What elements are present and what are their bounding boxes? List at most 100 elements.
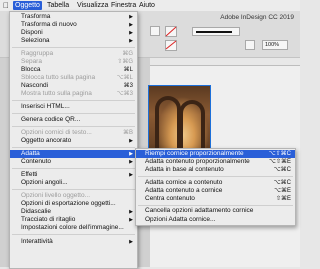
menu-item-label: Opzioni Adatta cornice...	[145, 216, 216, 223]
menu-item-label: Mostra tutto sulla pagina	[21, 90, 92, 97]
menu-item-tracciato-ritaglio[interactable]: Tracciato di ritaglio ▶	[10, 216, 137, 224]
menu-separator	[12, 168, 135, 169]
submenu-arrow-icon: ▶	[129, 22, 133, 28]
shortcut-label: ⌥⌘C	[273, 167, 291, 173]
horizontal-ruler	[150, 58, 300, 66]
shortcut-label: ⌥⌘C	[273, 180, 291, 186]
menu-item-effetti[interactable]: Effetti ▶	[10, 171, 137, 179]
menu-item-inserisci-html[interactable]: Inserisci HTML...	[10, 103, 137, 111]
menu-item-label: Contenuto	[21, 158, 51, 165]
menu-item-label: Effetti	[21, 171, 38, 178]
submenu-arrow-icon: ▶	[129, 217, 133, 223]
menu-item-genera-codice-qr[interactable]: Genera codice QR...	[10, 116, 137, 124]
menu-item-seleziona[interactable]: Seleziona ▶	[10, 37, 137, 45]
menu-item-separa: Separa ⇧⌘G	[10, 58, 137, 66]
menu-item-label: Riempi cornice proporzionalmente	[145, 150, 244, 157]
menu-visualizza[interactable]: Visualizza	[75, 1, 110, 10]
menu-separator	[12, 147, 135, 148]
menu-separator	[12, 126, 135, 127]
menu-item-mostra-tutto: Mostra tutto sulla pagina ⌥⌘3	[10, 90, 137, 98]
menu-item-label: Inserisci HTML...	[21, 103, 70, 110]
menu-item-adatta[interactable]: Adatta ▶	[10, 150, 137, 158]
submenu-item-adatta-contenuto-prop[interactable]: Adatta contenuto proporzionalmente ⌥⇧⌘E	[136, 158, 295, 166]
menu-item-opzioni-livello-oggetto: Opzioni livello oggetto...	[10, 192, 137, 200]
shortcut-label: ⌘B	[122, 130, 133, 136]
menu-item-nascondi[interactable]: Nascondi ⌘3	[10, 82, 137, 90]
submenu-item-adatta-base-contenuto[interactable]: Adatta in base al contenuto ⌥⌘C	[136, 166, 295, 174]
submenu-item-cancella-opzioni[interactable]: Cancella opzioni adattamento cornice	[136, 207, 295, 215]
submenu-arrow-icon: ▶	[129, 159, 133, 165]
menu-item-label: Separa	[21, 58, 42, 65]
menu-item-label: Trasforma	[21, 13, 51, 20]
menu-item-label: Sblocca tutto sulla pagina	[21, 74, 96, 81]
submenu-arrow-icon: ▶	[129, 239, 133, 245]
none-swatch-icon	[165, 26, 177, 50]
menu-item-opzioni-angoli[interactable]: Opzioni angoli...	[10, 179, 137, 187]
menu-item-interattivita[interactable]: Interattività ▶	[10, 238, 137, 246]
menu-separator	[138, 205, 293, 206]
menu-separator	[12, 189, 135, 190]
submenu-arrow-icon: ▶	[129, 38, 133, 44]
menu-item-label: Adatta cornice a contenuto	[145, 179, 223, 186]
menu-separator	[138, 176, 293, 177]
menu-item-opzioni-cornici-testo: Opzioni cornici di testo... ⌘B	[10, 129, 137, 137]
menu-separator	[12, 234, 135, 235]
shortcut-label: ⌥⌘E	[274, 188, 291, 194]
oggetto-menu: Trasforma ▶ Trasforma di nuovo ▶ Disponi ▶ …	[9, 11, 138, 269]
menu-item-disponi[interactable]: Disponi ▶	[10, 29, 137, 37]
menu-item-contenuto[interactable]: Contenuto ▶	[10, 158, 137, 166]
menu-item-label: Didascalie	[21, 208, 51, 215]
menu-tabella[interactable]: Tabella	[45, 1, 71, 10]
shortcut-label: ⌘3	[123, 83, 133, 89]
menu-item-label: Opzioni cornici di testo...	[21, 129, 92, 136]
menu-item-label: Genera codice QR...	[21, 116, 81, 123]
menu-item-label: Opzioni livello oggetto...	[21, 192, 91, 199]
shortcut-label: ⌘L	[123, 67, 133, 73]
menu-item-opzioni-esportazione[interactable]: Opzioni di esportazione oggetti...	[10, 200, 137, 208]
stroke-weight-field[interactable]	[192, 27, 240, 36]
menu-separator	[12, 113, 135, 114]
menu-item-label: Centra contenuto	[145, 195, 195, 202]
menu-item-label: Blocca	[21, 66, 41, 73]
menu-item-label: Adatta	[21, 150, 40, 157]
submenu-item-adatta-contenuto-cornice[interactable]: Adatta contenuto a cornice ⌥⌘E	[136, 187, 295, 195]
menu-finestra[interactable]: Finestra	[109, 1, 138, 10]
submenu-item-adatta-cornice[interactable]: Adatta cornice a contenuto ⌥⌘C	[136, 179, 295, 187]
menu-item-label: Nascondi	[21, 82, 49, 89]
menu-item-didascalie[interactable]: Didascalie ▶	[10, 208, 137, 216]
menu-item-blocca[interactable]: Blocca ⌘L	[10, 66, 137, 74]
menu-item-trasforma-di-nuovo[interactable]: Trasforma di nuovo ▶	[10, 21, 137, 29]
menu-item-label: Oggetto ancorato	[21, 137, 72, 144]
fx-icon[interactable]	[245, 40, 255, 50]
menu-item-oggetto-ancorato[interactable]: Oggetto ancorato ▶	[10, 137, 137, 145]
menu-item-label: Adatta contenuto a cornice	[145, 187, 223, 194]
shortcut-label: ⇧⌘G	[117, 59, 133, 65]
submenu-item-centra-contenuto[interactable]: Centra contenuto ⇧⌘E	[136, 195, 295, 203]
menu-separator	[12, 100, 135, 101]
shortcut-label: ⌥⇧⌘C	[268, 151, 291, 157]
apple-icon[interactable]: 	[1, 1, 11, 10]
menu-item-sblocca-tutto: Sblocca tutto sulla pagina ⌥⌘L	[10, 74, 137, 82]
adatta-submenu: Riempi cornice proporzionalmente ⌥⇧⌘C Ada…	[135, 148, 296, 226]
menu-item-trasforma[interactable]: Trasforma ▶	[10, 13, 137, 21]
menu-item-label: Disponi	[21, 29, 43, 36]
submenu-arrow-icon: ▶	[129, 209, 133, 215]
submenu-arrow-icon: ▶	[129, 172, 133, 178]
menu-aiuto[interactable]: Aiuto	[137, 1, 157, 10]
zoom-field[interactable]: 100%	[262, 40, 288, 50]
shortcut-label: ⌥⌘3	[116, 91, 133, 97]
submenu-item-riempi-cornice[interactable]: Riempi cornice proporzionalmente ⌥⇧⌘C	[136, 150, 295, 158]
menu-item-label: Cancella opzioni adattamento cornice	[145, 207, 254, 214]
submenu-item-opzioni-adatta[interactable]: Opzioni Adatta cornice...	[136, 216, 295, 224]
menu-separator	[12, 47, 135, 48]
menu-item-impostazioni-colore[interactable]: Impostazioni colore dell'immagine...	[10, 224, 137, 232]
shortcut-label: ⌥⌘L	[116, 75, 133, 81]
submenu-arrow-icon: ▶	[129, 30, 133, 36]
menu-item-label: Tracciato di ritaglio	[21, 216, 76, 223]
menu-item-label: Opzioni di esportazione oggetti...	[21, 200, 116, 207]
menu-item-label: Opzioni angoli...	[21, 179, 68, 186]
menu-oggetto[interactable]: Oggetto	[13, 1, 42, 10]
shortcut-label: ⌥⇧⌘E	[269, 159, 291, 165]
chain-icon[interactable]	[150, 26, 160, 36]
app-title: Adobe InDesign CC 2019	[220, 14, 294, 21]
